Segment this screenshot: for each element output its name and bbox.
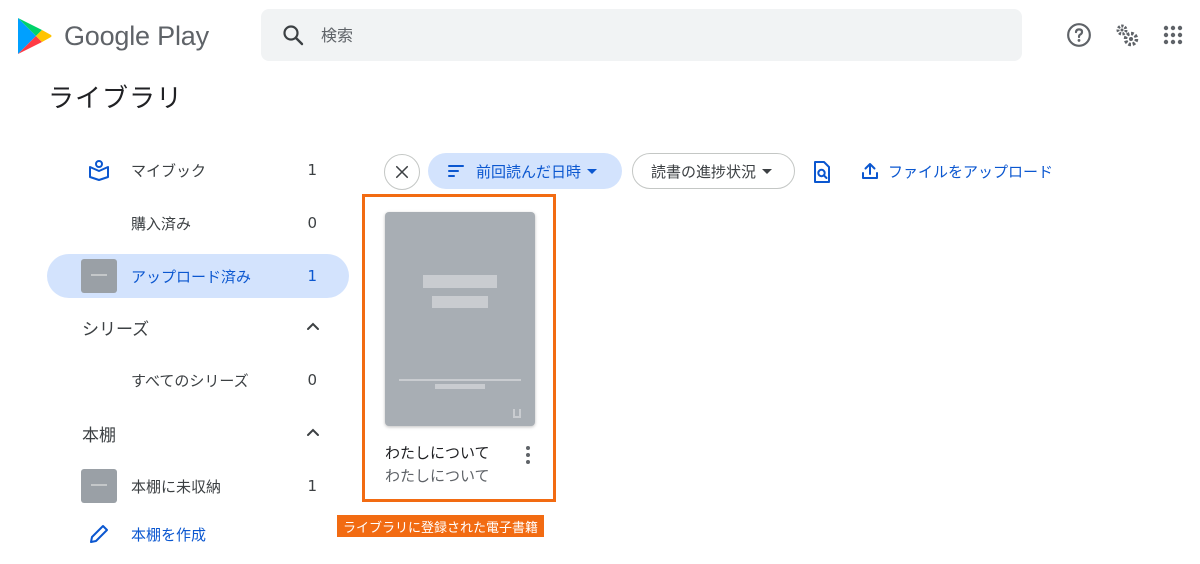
page-title: ライブラリ <box>48 84 184 114</box>
progress-label: 読書の進捗状況 <box>651 162 757 181</box>
sidebar-item-count: 0 <box>307 371 317 389</box>
settings-icon[interactable] <box>1114 22 1140 48</box>
caret-down-icon <box>587 168 598 174</box>
section-series[interactable]: シリーズ <box>82 312 322 342</box>
unshelved-thumbnail <box>81 469 117 503</box>
section-label: シリーズ <box>82 319 150 340</box>
chevron-up-icon[interactable] <box>304 318 322 336</box>
my-books-icon <box>89 160 109 181</box>
clear-filter-button[interactable] <box>384 154 420 190</box>
more-options-icon[interactable] <box>519 444 537 466</box>
sidebar-item-count: 1 <box>307 477 317 495</box>
help-icon[interactable] <box>1066 22 1092 48</box>
sidebar-item-count: 1 <box>307 161 317 179</box>
caret-down-icon <box>762 168 773 174</box>
document-search-icon[interactable] <box>810 160 834 184</box>
sidebar-item-unshelved[interactable]: 本棚に未収納 1 <box>47 464 349 508</box>
sort-icon <box>448 165 464 177</box>
reading-progress-dropdown[interactable]: 読書の進捗状況 <box>632 153 795 189</box>
apps-grid-icon[interactable] <box>1160 22 1186 48</box>
close-icon <box>395 165 409 179</box>
book-title[interactable]: わたしについて <box>385 442 490 463</box>
chevron-up-icon[interactable] <box>304 424 322 442</box>
sort-label: 前回読んだ日時 <box>476 162 582 181</box>
section-label: 本棚 <box>82 425 116 446</box>
sort-dropdown[interactable]: 前回読んだ日時 <box>428 153 622 189</box>
sidebar-item-count: 1 <box>307 267 317 285</box>
sidebar-item-label: 本棚に未収納 <box>131 477 222 496</box>
sidebar-item-uploaded[interactable]: アップロード済み 1 <box>47 254 349 298</box>
create-shelf-button[interactable]: 本棚を作成 <box>47 512 349 556</box>
sidebar-item-label: マイブック <box>131 161 207 180</box>
book-cover[interactable] <box>385 212 535 426</box>
app-name: Google Play <box>64 20 209 51</box>
cover-author-placeholder <box>435 384 485 389</box>
sidebar-item-all-series[interactable]: すべてのシリーズ 0 <box>47 358 349 402</box>
annotation-label: ライブラリに登録された電子書籍 <box>337 515 545 537</box>
search-bar[interactable] <box>261 9 1022 61</box>
cover-subtitle-placeholder <box>432 296 488 308</box>
sidebar-item-label: すべてのシリーズ <box>131 371 249 390</box>
section-shelves[interactable]: 本棚 <box>82 418 322 448</box>
uploaded-mark-icon <box>513 409 521 418</box>
google-play-logo[interactable]: Google Play <box>14 16 209 56</box>
sidebar-item-my-books[interactable]: マイブック 1 <box>47 148 349 192</box>
create-shelf-label: 本棚を作成 <box>131 525 207 544</box>
book-author: わたしについて <box>385 467 490 485</box>
sidebar-item-count: 0 <box>307 214 317 232</box>
upload-label: ファイルをアップロード <box>888 162 1054 181</box>
cover-divider <box>399 379 521 381</box>
play-logo-icon <box>18 18 52 54</box>
upload-icon <box>862 163 878 179</box>
sidebar-item-label: 購入済み <box>131 214 192 233</box>
pencil-icon <box>90 525 108 543</box>
upload-file-button[interactable]: ファイルをアップロード <box>860 158 1053 184</box>
search-icon[interactable] <box>281 23 305 47</box>
search-input[interactable] <box>321 9 1001 61</box>
sidebar-item-purchased[interactable]: 購入済み 0 <box>47 201 349 245</box>
cover-title-placeholder <box>423 275 497 288</box>
sidebar-item-label: アップロード済み <box>131 267 252 286</box>
uploaded-thumbnail <box>81 259 117 293</box>
